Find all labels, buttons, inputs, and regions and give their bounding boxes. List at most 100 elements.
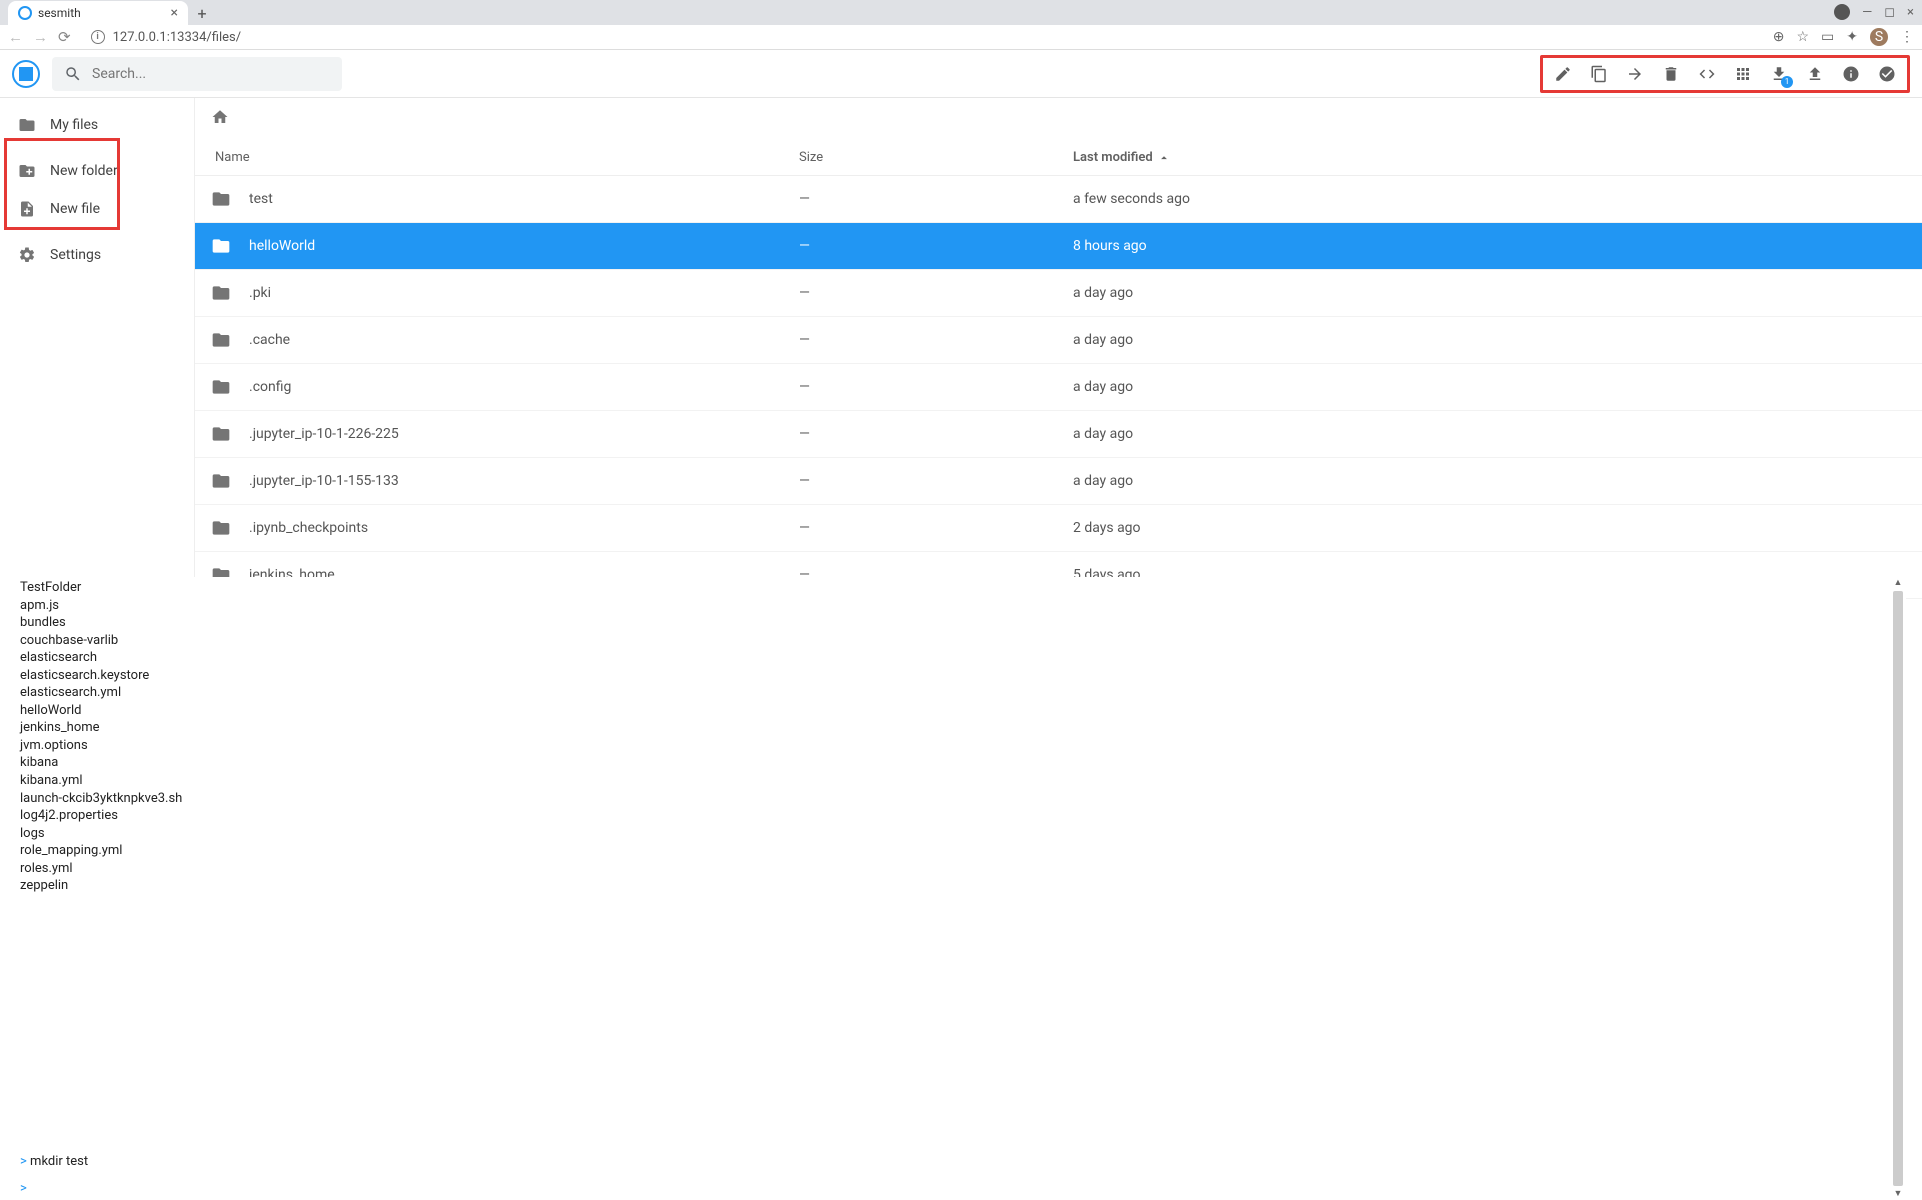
scroll-thumb[interactable] (1893, 591, 1903, 1186)
column-size[interactable]: Size (799, 150, 1073, 165)
file-name: .ipynb_checkpoints (249, 520, 368, 536)
table-row[interactable]: .ipynb_checkpoints — 2 days ago (195, 505, 1922, 552)
app-logo[interactable] (12, 60, 40, 88)
terminal-line: jenkins_home (20, 719, 1886, 737)
tab-title: sesmith (38, 6, 81, 20)
terminal-line: role_mapping.yml (20, 842, 1886, 860)
column-modified[interactable]: Last modified (1073, 150, 1906, 165)
close-window-icon[interactable]: × (1907, 5, 1914, 20)
table-row[interactable]: helloWorld — 8 hours ago (195, 223, 1922, 270)
profile-indicator-icon[interactable] (1834, 4, 1850, 20)
terminal-output: TestFolderapm.jsbundlescouchbase-varlibe… (20, 579, 1886, 1153)
terminal-line: kibana (20, 754, 1886, 772)
file-name: helloWorld (249, 238, 315, 254)
search-input[interactable] (92, 66, 330, 82)
install-app-icon[interactable]: ⊕ (1773, 29, 1785, 45)
scroll-up-icon[interactable]: ▲ (1894, 577, 1903, 589)
tab-favicon (18, 6, 32, 20)
reload-icon[interactable]: ⟳ (58, 28, 71, 46)
grid-view-button[interactable] (1733, 64, 1753, 84)
move-button[interactable] (1625, 64, 1645, 84)
file-name: .jupyter_ip-10-1-155-133 (249, 473, 399, 489)
terminal-line: apm.js (20, 597, 1886, 615)
maximize-icon[interactable]: ◻ (1884, 5, 1895, 20)
minimize-icon[interactable]: — (1862, 5, 1872, 20)
search-box[interactable] (52, 57, 342, 91)
terminal-command-line: > mkdir test (20, 1153, 1886, 1171)
column-modified-label: Last modified (1073, 150, 1153, 165)
new-tab-button[interactable]: + (188, 1, 216, 25)
url-box[interactable]: i 127.0.0.1:13334/files/ (81, 30, 1763, 45)
select-all-button[interactable] (1877, 64, 1897, 84)
table-row[interactable]: .pki — a day ago (195, 270, 1922, 317)
column-name[interactable]: Name (211, 150, 799, 165)
file-name: test (249, 191, 273, 207)
terminal-line: couchbase-varlib (20, 632, 1886, 650)
terminal-line: roles.yml (20, 860, 1886, 878)
file-modified: 8 hours ago (1073, 238, 1906, 254)
delete-button[interactable] (1661, 64, 1681, 84)
table-row[interactable]: .cache — a day ago (195, 317, 1922, 364)
terminal-line: bundles (20, 614, 1886, 632)
file-name: .jupyter_ip-10-1-226-225 (249, 426, 399, 442)
sidebar-item-label: New file (50, 201, 100, 217)
file-name: .cache (249, 332, 290, 348)
url-text: 127.0.0.1:13334/files/ (113, 30, 242, 45)
new-folder-icon (18, 162, 36, 180)
file-modified: a few seconds ago (1073, 191, 1906, 207)
extensions-icon[interactable]: ✦ (1846, 29, 1858, 45)
bookmark-icon[interactable]: ☆ (1796, 29, 1809, 45)
folder-icon (211, 424, 231, 444)
terminal-scrollbar[interactable]: ▲ ▼ (1892, 577, 1904, 1200)
terminal-line: jvm.options (20, 737, 1886, 755)
forward-icon[interactable]: → (33, 28, 48, 46)
share-button[interactable] (1697, 64, 1717, 84)
reading-list-icon[interactable]: ▭ (1821, 29, 1834, 45)
close-tab-icon[interactable]: × (171, 5, 178, 21)
table-row[interactable]: .jupyter_ip-10-1-226-225 — a day ago (195, 411, 1922, 458)
table-row[interactable]: .jupyter_ip-10-1-155-133 — a day ago (195, 458, 1922, 505)
file-size: — (799, 238, 1073, 254)
file-modified: 2 days ago (1073, 520, 1906, 536)
folder-icon (211, 518, 231, 538)
table-row[interactable]: .config — a day ago (195, 364, 1922, 411)
sidebar-item-new-folder[interactable]: New folder (0, 152, 194, 190)
terminal-line: elasticsearch.keystore (20, 667, 1886, 685)
file-size: — (799, 191, 1073, 207)
file-name: .config (249, 379, 291, 395)
file-size: — (799, 379, 1073, 395)
sort-asc-icon (1157, 151, 1171, 165)
upload-button[interactable] (1805, 64, 1825, 84)
browser-tab[interactable]: sesmith × (8, 1, 188, 25)
site-info-icon[interactable]: i (91, 30, 105, 44)
browser-menu-icon[interactable]: ⋮ (1900, 29, 1914, 45)
folder-icon (211, 377, 231, 397)
file-modified: a day ago (1073, 473, 1906, 489)
home-icon[interactable] (211, 108, 229, 126)
table-row[interactable]: test — a few seconds ago (195, 176, 1922, 223)
avatar[interactable]: S (1870, 28, 1888, 46)
file-modified: a day ago (1073, 379, 1906, 395)
table-header: Name Size Last modified (195, 140, 1922, 176)
terminal[interactable]: TestFolderapm.jsbundlescouchbase-varlibe… (0, 577, 1906, 1200)
info-button[interactable] (1841, 64, 1861, 84)
back-icon[interactable]: ← (8, 28, 23, 46)
window-controls: — ◻ × (1834, 4, 1914, 20)
sidebar-item-my-files[interactable]: My files (0, 106, 194, 144)
scroll-down-icon[interactable]: ▼ (1894, 1188, 1903, 1200)
breadcrumb (195, 98, 1922, 140)
file-modified: a day ago (1073, 426, 1906, 442)
sidebar-item-new-file[interactable]: New file (0, 190, 194, 228)
sidebar-item-label: New folder (50, 163, 118, 179)
search-icon (64, 65, 82, 83)
terminal-prompt[interactable]: > (20, 1180, 1886, 1198)
prompt-icon: > (20, 1181, 27, 1196)
file-name: .pki (249, 285, 271, 301)
rename-button[interactable] (1553, 64, 1573, 84)
prompt-icon: > (20, 1154, 27, 1169)
sidebar-item-label: My files (50, 117, 98, 133)
sidebar-item-settings[interactable]: Settings (0, 236, 194, 274)
app-header: 1 (0, 50, 1922, 98)
copy-button[interactable] (1589, 64, 1609, 84)
download-button[interactable]: 1 (1769, 64, 1789, 84)
